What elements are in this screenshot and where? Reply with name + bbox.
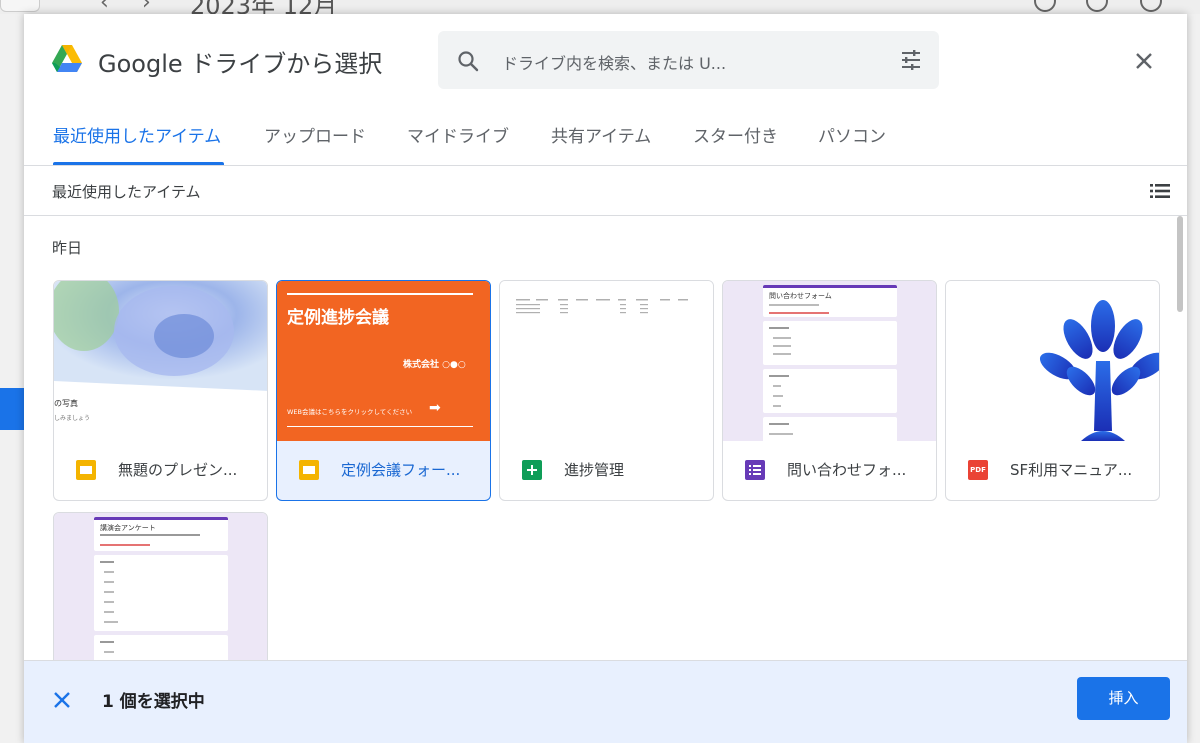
active-tab-indicator [53,162,224,165]
pdf-icon: PDF [968,460,988,480]
tab-starred[interactable]: スター付き [693,122,778,147]
file-card-label: 無題のプレゼン... [54,441,267,500]
selection-footer: 1 個を選択中 挿入 [24,660,1187,743]
thumb-company: 株式会社 ○●○ [403,360,466,370]
tab-recent[interactable]: 最近使用したアイテム [53,122,221,147]
scrollbar-thumb[interactable] [1177,216,1183,312]
file-card[interactable]: 講演会アンケート [53,512,268,660]
google-slides-icon [76,460,96,480]
thumb-title: 定例進捗会議 [287,308,389,328]
close-icon[interactable] [1132,49,1156,73]
file-thumbnail: 問い合わせフォーム [723,281,936,441]
background-today-button [0,0,40,12]
background-topbar [0,0,1200,14]
scrollbar[interactable] [1175,216,1185,660]
tab-shared[interactable]: 共有アイテム [551,122,651,147]
file-name: 問い合わせフォ... [787,461,907,479]
dialog-header: Google ドライブから選択 ドライブ内を検索、または U... [24,14,1187,106]
file-card-label: 進捗管理 [500,441,713,500]
google-slides-icon [299,460,319,480]
file-grid-area: 昨日 の写真 しみましょう 無題のプレゼン... 定例進捗会議 株式会社 ○●○… [24,216,1187,660]
thumb-caption: の写真 [54,399,78,408]
file-card[interactable]: の写真 しみましょう 無題のプレゼン... [53,280,268,501]
arrow-right-icon: ➡ [429,400,441,416]
search-icon[interactable] [456,49,480,73]
tab-bar: 最近使用したアイテム アップロード マイドライブ 共有アイテム スター付き パソ… [24,110,1187,166]
file-name: 定例会議フォー... [341,461,461,479]
file-card-selected[interactable]: 定例進捗会議 株式会社 ○●○ WEB会議はこちらをクリックしてください ➡ 定… [276,280,491,501]
thumb-title: 講演会アンケート [100,524,156,532]
file-card[interactable]: PDF SF利用マニュア... [945,280,1160,501]
subheader-title: 最近使用したアイテム [52,183,201,201]
thumb-title: 問い合わせフォーム [769,292,832,300]
background-blue-block [0,388,24,430]
file-thumbnail [946,281,1159,441]
tree-logo-icon [1039,300,1159,441]
thumb-caption-sub: しみましょう [54,415,91,422]
file-card[interactable]: 進捗管理 [499,280,714,501]
file-card-label: 定例会議フォー... [277,441,490,500]
file-card-label: 問い合わせフォ... [723,441,936,500]
insert-button[interactable]: 挿入 [1077,677,1170,720]
file-thumbnail: 定例進捗会議 株式会社 ○●○ WEB会議はこちらをクリックしてください ➡ [277,281,490,441]
section-label: 昨日 [52,239,83,257]
clear-selection-icon[interactable] [51,689,73,711]
google-forms-icon [745,460,765,480]
file-card[interactable]: 問い合わせフォーム 問い合わせフォ... [722,280,937,501]
google-drive-logo-icon [52,45,82,72]
tab-my-drive[interactable]: マイドライブ [407,122,509,147]
file-name: 進捗管理 [564,461,625,479]
list-view-icon[interactable] [1148,179,1172,203]
selection-count: 1 個を選択中 [102,692,205,712]
background-prev-icon: ‹ [100,0,109,15]
thumb-link-text: WEB会議はこちらをクリックしてください [287,408,413,416]
subheader: 最近使用したアイテム [24,166,1187,216]
file-thumbnail: の写真 しみましょう [54,281,267,441]
file-name: 無題のプレゼン... [118,461,238,479]
tab-upload[interactable]: アップロード [264,122,366,147]
dialog-title: Google ドライブから選択 [98,50,383,78]
file-thumbnail [500,281,713,441]
background-next-icon: › [142,0,151,15]
file-card-label: PDF SF利用マニュア... [946,441,1159,500]
search-options-icon[interactable] [899,48,923,72]
tab-computers[interactable]: パソコン [818,122,886,147]
file-thumbnail: 講演会アンケート [54,513,267,660]
file-name: SF利用マニュア... [1010,461,1133,479]
google-sheets-icon [522,460,542,480]
search-input[interactable]: ドライブ内を検索、または U... [502,50,726,74]
search-bar[interactable]: ドライブ内を検索、または U... [438,31,939,89]
drive-picker-dialog: Google ドライブから選択 ドライブ内を検索、または U... 最近使用した… [24,14,1187,743]
